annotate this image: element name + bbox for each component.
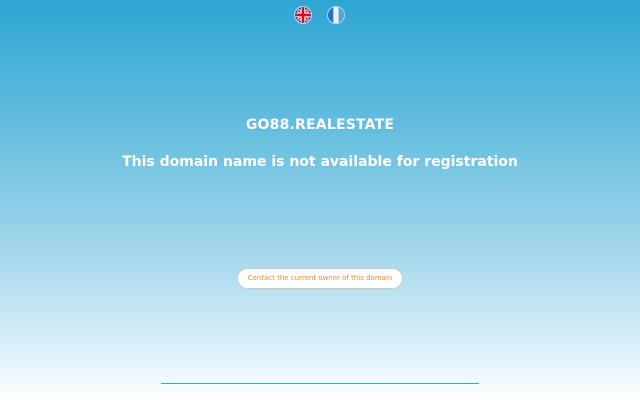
uk-flag-icon[interactable] bbox=[295, 7, 311, 23]
availability-message: This domain name is not available for re… bbox=[122, 154, 518, 170]
contact-owner-button[interactable]: Contact the current owner of this domain bbox=[237, 268, 403, 289]
france-flag-icon[interactable] bbox=[328, 7, 344, 23]
footer-divider bbox=[161, 383, 479, 384]
language-switcher bbox=[0, 7, 640, 25]
domain-name-heading: GO88.REALESTATE bbox=[245, 117, 395, 133]
